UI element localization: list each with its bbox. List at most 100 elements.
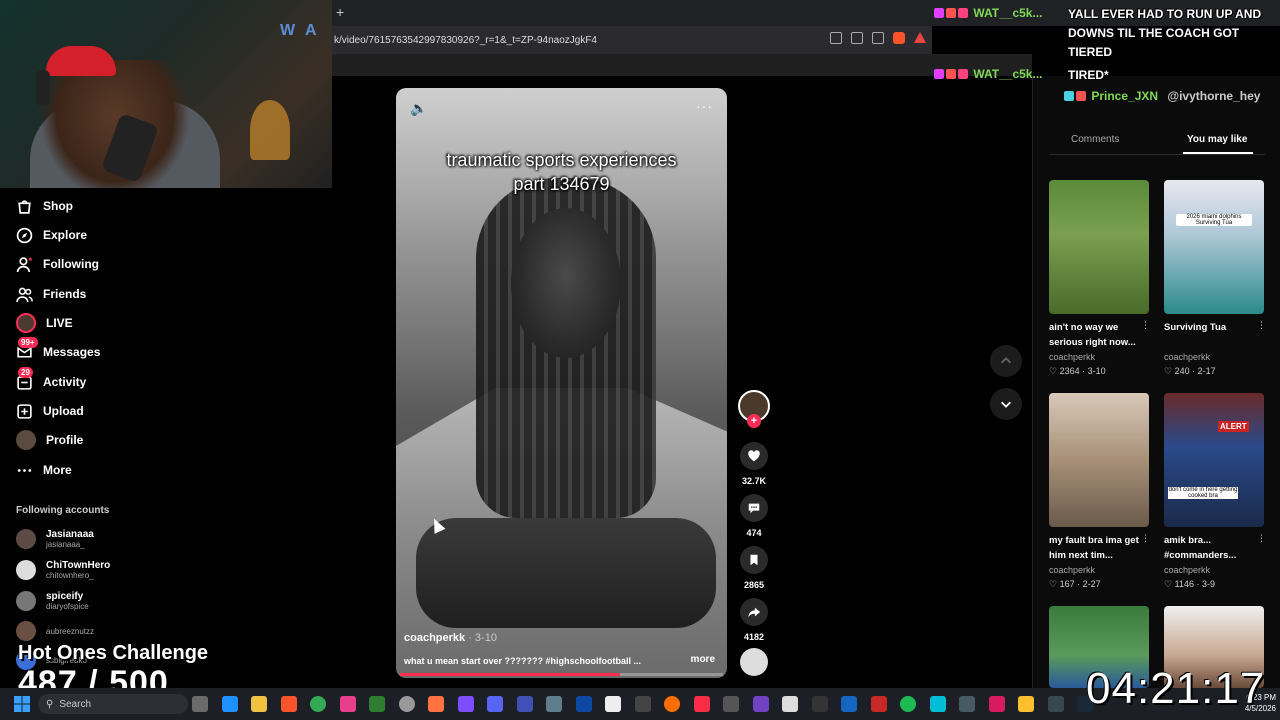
next-video-button[interactable] — [990, 388, 1022, 420]
recommendation-author[interactable]: coachperkk — [1164, 565, 1210, 575]
reader-icon[interactable] — [830, 32, 842, 44]
app-icon[interactable] — [634, 696, 651, 712]
thumbnail-text: 2026 miami dolphins Surviving Tua — [1176, 214, 1252, 226]
like-button[interactable] — [740, 442, 768, 470]
brave-shields-icon[interactable] — [893, 32, 905, 44]
chevron-up-icon — [1001, 357, 1011, 364]
following-account[interactable]: Jasianaaa jasianaaa_ — [16, 526, 94, 552]
card-menu-icon[interactable]: ⋮ — [1257, 320, 1266, 331]
edge-app-icon[interactable] — [221, 696, 238, 712]
card-menu-icon[interactable]: ⋮ — [1141, 320, 1150, 331]
discord-app-icon[interactable] — [487, 696, 503, 712]
recommendation-title[interactable]: amik bra... #commanders... — [1164, 533, 1264, 563]
sidebar-item-label: LIVE — [46, 316, 73, 330]
follow-plus-icon[interactable]: + — [747, 414, 761, 428]
save-button[interactable] — [740, 546, 768, 574]
card-menu-icon[interactable]: ⋮ — [1141, 533, 1150, 544]
recommendation-thumbnail[interactable] — [1049, 393, 1149, 527]
screenshot-icon[interactable] — [851, 32, 863, 44]
recommendation-author[interactable]: coachperkk — [1049, 565, 1095, 575]
sidebar-item-activity[interactable]: 29 Activity — [16, 366, 86, 394]
video-player[interactable]: 🔈 ··· traumatic sports experiences part … — [396, 88, 727, 678]
video-progress-bar[interactable] — [400, 673, 723, 676]
tab-you-may-like[interactable]: You may like — [1187, 134, 1247, 145]
live-avatar — [16, 313, 36, 333]
share-button[interactable] — [740, 598, 768, 626]
sidebar-item-profile[interactable]: Profile — [16, 428, 83, 452]
brave-rewards-icon[interactable] — [914, 32, 926, 43]
music-disc-icon[interactable] — [740, 648, 768, 676]
new-tab-button[interactable]: + — [336, 4, 344, 20]
app-icon[interactable] — [339, 696, 356, 712]
recommendation-title[interactable]: Surviving Tua — [1164, 320, 1264, 335]
following-account[interactable]: spiceify diaryofspice — [16, 588, 89, 614]
video-author[interactable]: coachperkk — [404, 632, 465, 644]
sidebar-item-label: Following — [43, 257, 99, 271]
app-icon[interactable] — [369, 696, 385, 712]
card-menu-icon[interactable]: ⋮ — [1257, 533, 1266, 544]
gamepad-app-icon[interactable] — [457, 696, 474, 712]
recommendation-thumbnail[interactable] — [1049, 180, 1149, 314]
recommendation-author[interactable]: coachperkk — [1049, 352, 1095, 362]
app-icon[interactable] — [929, 696, 946, 712]
spotify-app-icon[interactable] — [900, 696, 916, 712]
settings-app-icon[interactable] — [192, 696, 208, 712]
previous-video-button[interactable] — [990, 345, 1022, 377]
badge-icon — [946, 69, 956, 79]
app-icon[interactable] — [428, 696, 444, 712]
video-author-row[interactable]: coachperkk · 3-10 — [404, 632, 497, 644]
compass-icon — [16, 227, 33, 244]
app-icon[interactable] — [959, 696, 975, 712]
windows-start-icon[interactable] — [14, 696, 30, 712]
recommendation-title[interactable]: ain't no way we serious right now... — [1049, 320, 1149, 350]
sidebar-item-following[interactable]: Following — [16, 252, 99, 276]
app-icon[interactable] — [782, 696, 798, 712]
sidebar-item-messages[interactable]: 99+ Messages — [16, 336, 100, 364]
sidebar-item-upload[interactable]: Upload — [16, 399, 84, 423]
music-app-icon[interactable] — [693, 696, 710, 712]
app-icon[interactable] — [398, 696, 415, 712]
sidebar-item-label: Friends — [43, 287, 87, 301]
app-icon[interactable] — [1018, 696, 1034, 712]
photoshop-app-icon[interactable] — [575, 696, 592, 712]
following-account[interactable]: aubreeznutzz — [16, 618, 94, 644]
webcam-streamer-cap — [46, 46, 116, 76]
shop-icon — [16, 198, 33, 215]
recommendation-stats: ♡ 2364 · 3-10 — [1049, 366, 1106, 376]
taskbar-search[interactable]: ⚲ Search — [38, 694, 188, 714]
sidebar-item-live[interactable]: LIVE — [16, 311, 73, 335]
video-more-icon[interactable]: ··· — [696, 98, 713, 114]
app-icon[interactable] — [1047, 696, 1064, 712]
sidebar-item-more[interactable]: More — [16, 458, 72, 482]
app-icon[interactable] — [841, 696, 857, 712]
recommendation-thumbnail[interactable]: 2026 miami dolphins Surviving Tua — [1164, 180, 1264, 314]
following-account[interactable]: ChiTownHero chitownhero_ — [16, 557, 110, 583]
sidebar-item-shop[interactable]: Shop — [16, 194, 73, 218]
sidebar-item-friends[interactable]: Friends — [16, 282, 86, 306]
firefox-app-icon[interactable] — [664, 696, 680, 712]
brave-app-icon[interactable] — [280, 696, 297, 712]
tab-comments[interactable]: Comments — [1071, 134, 1119, 145]
comment-button[interactable] — [740, 494, 768, 522]
file-explorer-icon[interactable] — [251, 696, 267, 712]
thumbnail-text: don't come in here getting cooked bra — [1168, 487, 1238, 499]
app-icon[interactable] — [546, 696, 562, 712]
recommendation-title[interactable]: my fault bra ima get him next tim... — [1049, 533, 1149, 563]
share-arrow-icon — [748, 607, 761, 618]
app-icon[interactable] — [988, 696, 1005, 712]
volume-icon[interactable]: 🔈 — [410, 100, 427, 117]
address-text[interactable]: k/video/7615763542997830926?_r=1&_t=ZP-9… — [334, 35, 597, 46]
app-icon[interactable] — [752, 696, 769, 712]
app-icon[interactable] — [723, 696, 739, 712]
recommendation-thumbnail[interactable]: ALERT don't come in here getting cooked … — [1164, 393, 1264, 527]
chrome-app-icon[interactable] — [310, 696, 326, 712]
app-icon[interactable] — [811, 696, 828, 712]
share-icon[interactable] — [872, 32, 884, 44]
app-icon[interactable] — [870, 696, 887, 712]
app-icon[interactable] — [605, 696, 621, 712]
sidebar-item-explore[interactable]: Explore — [16, 223, 87, 247]
address-bar[interactable]: k/video/7615763542997830926?_r=1&_t=ZP-9… — [332, 26, 932, 54]
app-icon[interactable] — [516, 696, 533, 712]
description-more-button[interactable]: more — [691, 654, 715, 665]
recommendation-author[interactable]: coachperkk — [1164, 352, 1210, 362]
